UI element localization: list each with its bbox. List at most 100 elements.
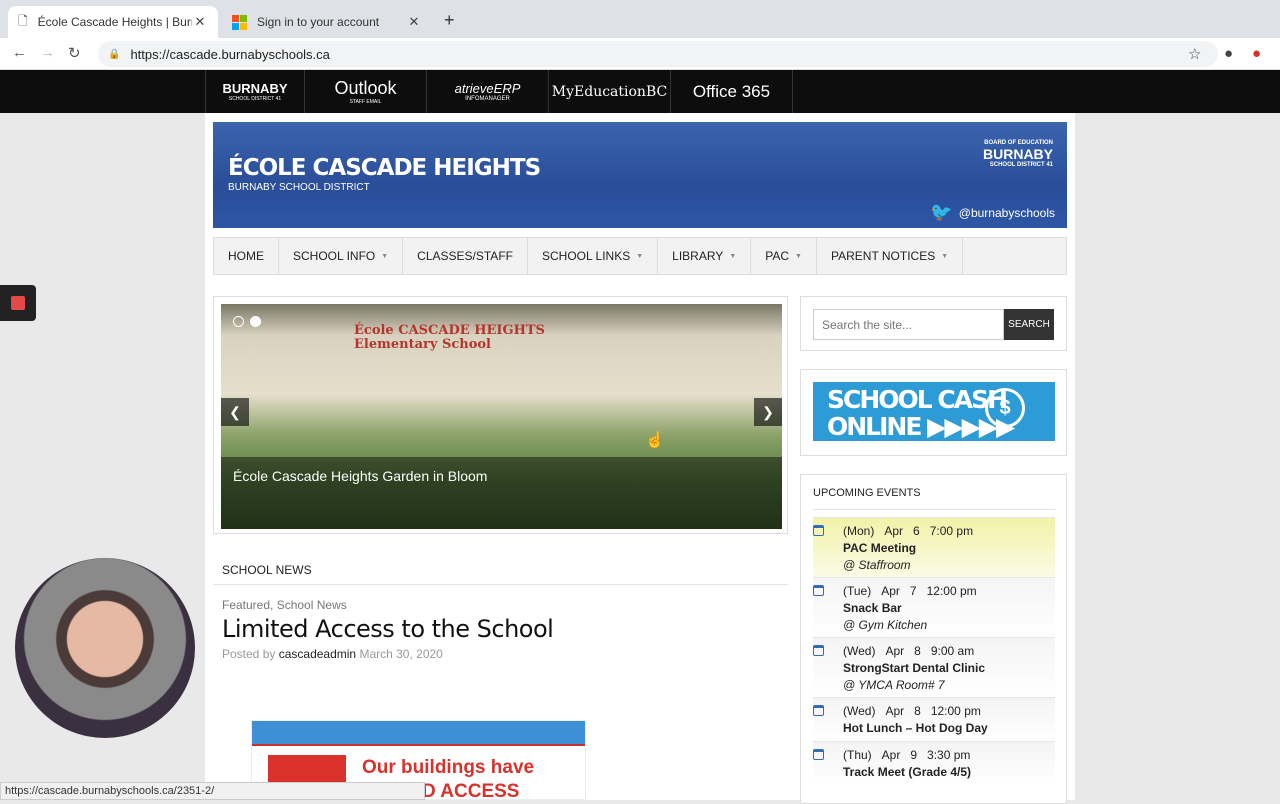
search-input[interactable] [813,309,1004,340]
profile-icon[interactable]: ● [1224,45,1233,62]
close-tab-icon[interactable]: ✕ [192,14,208,30]
search-button[interactable]: SEARCH [1004,309,1054,340]
event-time: 12:00 pm [930,704,981,718]
nav-school-links[interactable]: SCHOOL LINKS ▼ [528,238,659,274]
image-header-bar [252,721,585,746]
toolbar-label: Outlook [334,78,397,98]
twitter-link[interactable]: 🐦 @burnabyschools [930,202,1055,223]
school-cash-widget: SCHOOL CASH ONLINE ▶▶▶▶▶ $ [800,369,1067,456]
bookmark-star-icon[interactable]: ☆ [1188,45,1201,63]
twitter-handle: @burnabyschools [958,205,1055,220]
calendar-icon [813,585,824,596]
event-month: Apr [881,584,900,598]
event-location: @ YMCA Room# 7 [843,678,945,692]
toolbar-sub: INFOMANAGER [465,96,510,102]
logo-text: BURNABY [983,146,1053,162]
nav-library[interactable]: LIBRARY ▼ [658,238,752,274]
school-name[interactable]: ÉCOLE CASCADE HEIGHTS [228,155,541,181]
search-widget: SEARCH [800,296,1067,351]
caret-down-icon: ▼ [941,252,949,260]
school-cash-banner[interactable]: SCHOOL CASH ONLINE ▶▶▶▶▶ $ [813,382,1055,441]
burnaby-logo[interactable]: BOARD OF EDUCATION BURNABY SCHOOL DISTRI… [983,140,1053,168]
event-item[interactable]: (Thu) Apr 9 3:30 pm Track Meet (Grade 4/5) [813,741,1055,785]
divider [213,584,788,585]
nav-label: CLASSES/STAFF [417,249,513,263]
reload-icon[interactable]: ↻ [68,44,81,62]
prev-slide-icon[interactable]: ❮ [221,398,249,426]
events-widget: UPCOMING EVENTS (Mon) Apr 6 7:00 pm PAC Mee… [800,474,1067,804]
event-date: 8 [914,704,921,718]
nav-school-info[interactable]: SCHOOL INFO ▼ [279,238,404,274]
event-location: @ Gym Kitchen [843,618,928,632]
browser-tab[interactable]: Sign in to your account ✕ [222,6,432,38]
event-when: (Tue) Apr 7 12:00 pm [843,584,1055,598]
event-item[interactable]: (Wed) Apr 8 9:00 am StrongStart Dental Clin… [813,637,1055,697]
cash-line: SCHOOL CASH [827,385,1008,414]
event-item[interactable]: (Wed) Apr 8 12:00 pm Hot Lunch – Hot Dog Da… [813,697,1055,741]
event-time: 9:00 am [930,644,975,658]
next-slide-icon[interactable]: ❯ [754,398,782,426]
event-time: 12:00 pm [926,584,977,598]
event-title: Track Meet (Grade 4/5) [843,765,972,779]
site-banner: ÉCOLE CASCADE HEIGHTS BURNABY SCHOOL DIS… [213,122,1067,228]
slide-dot[interactable] [233,316,244,327]
toolbar-label: BURNABY [222,81,288,96]
event-date: 7 [909,584,917,598]
calendar-icon [813,749,824,760]
post-author[interactable]: cascadeadmin [279,647,356,661]
address-bar-row: ← → ↻ 🔒 https://cascade.burnabyschools.c… [0,38,1280,70]
lock-icon: 🔒 [108,48,121,60]
myeducationbc-link[interactable]: MyEducationBC [549,70,671,113]
news-section-title: SCHOOL NEWS [222,563,312,577]
nav-pac[interactable]: PAC ▼ [751,238,817,274]
calendar-icon [813,705,824,716]
back-icon[interactable]: ← [12,44,27,61]
event-day: (Tue) [843,584,872,598]
event-day: (Wed) [843,704,876,718]
event-day: (Mon) [843,524,875,538]
caret-down-icon: ▼ [795,252,802,260]
slide-caption[interactable]: École Cascade Heights Garden in Bloom [221,457,782,529]
url-text: https://cascade.burnabyschools.ca [130,46,330,62]
event-month: Apr [881,748,901,762]
event-date: 9 [910,748,918,762]
post-meta: Posted by cascadeadmin March 30, 2020 [222,647,443,661]
events-title: UPCOMING EVENTS [813,487,921,499]
event-date: 8 [914,644,921,658]
nav-label: SCHOOL INFO [293,249,376,263]
event-item[interactable]: (Mon) Apr 6 7:00 pm PAC Meeting @ Staffroom [813,517,1055,577]
event-day: (Wed) [843,644,876,658]
slide-dot-active[interactable] [250,316,261,327]
outlook-link[interactable]: Outlook STAFF EMAIL [305,70,427,113]
event-title: PAC Meeting [843,541,917,555]
caret-down-icon: ▼ [636,252,644,260]
slide-image[interactable]: École CASCADE HEIGHTS Elementary School ❮… [221,304,782,529]
nav-label: PARENT NOTICES [830,249,936,263]
atrieve-link[interactable]: atrieveERP INFOMANAGER [427,70,549,113]
extension-icon[interactable]: ● [1252,45,1261,62]
event-date: 6 [913,524,920,538]
nav-classes-staff[interactable]: CLASSES/STAFF [403,238,528,274]
record-button[interactable] [0,285,36,321]
close-tab-icon[interactable]: ✕ [406,14,422,30]
browser-tab-active[interactable]: 🗋 École Cascade Heights | Burna ✕ [8,6,218,38]
url-field[interactable]: 🔒 https://cascade.burnabyschools.ca [98,41,1218,67]
microsoft-icon [232,14,247,30]
nav-home[interactable]: HOME [214,238,279,274]
post-title[interactable]: Limited Access to the School [222,615,554,643]
nav-parent-notices[interactable]: PARENT NOTICES ▼ [817,238,964,274]
tab-title: École Cascade Heights | Burna [37,15,192,29]
office365-link[interactable]: Office 365 [671,70,793,113]
nav-label: PAC [765,249,790,263]
divider [813,509,1055,510]
event-when: (Wed) Apr 8 9:00 am [843,644,1055,658]
toolbar-label: atrieveERP [454,81,521,96]
post-categories[interactable]: Featured, School News [222,598,347,612]
image-text: D ACCESS [422,781,520,800]
nav-label: LIBRARY [672,249,724,263]
new-tab-icon[interactable]: + [444,10,455,31]
webcam-overlay [15,558,195,738]
forward-icon[interactable]: → [40,44,55,61]
event-item[interactable]: (Tue) Apr 7 12:00 pm Snack Bar @ Gym Kitche… [813,577,1055,637]
burnaby-link[interactable]: BURNABY SCHOOL DISTRICT 41 [205,70,305,113]
